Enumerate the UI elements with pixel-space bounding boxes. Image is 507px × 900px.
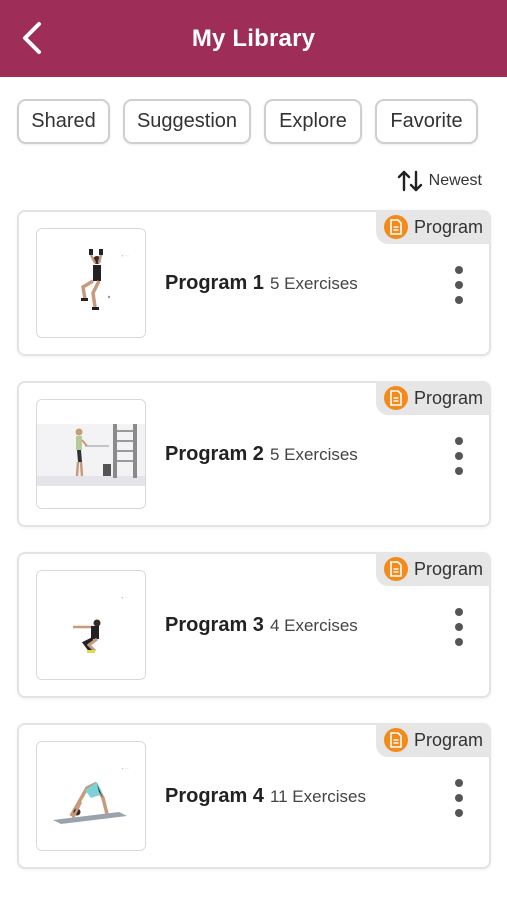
program-title: Program 2 5 Exercises bbox=[165, 443, 358, 466]
exercise-count: 11 Exercises bbox=[269, 787, 366, 806]
sort-label: Newest bbox=[428, 172, 482, 189]
badge-label: Program bbox=[414, 216, 484, 237]
exercise-count: 5 Exercises bbox=[269, 274, 358, 293]
svg-text:✦ ····: ✦ ···· bbox=[121, 767, 130, 771]
more-options-icon[interactable] bbox=[449, 606, 469, 648]
chevron-left-icon bbox=[23, 22, 41, 54]
document-icon bbox=[384, 386, 408, 410]
exercise-count: 5 Exercises bbox=[269, 445, 358, 464]
program-badge: Program bbox=[376, 381, 491, 415]
program-badge: Program bbox=[376, 552, 491, 586]
filter-shared-button[interactable]: Shared bbox=[17, 99, 110, 144]
badge-label: Program bbox=[414, 387, 484, 408]
app-header: My Library bbox=[0, 0, 507, 77]
more-options-icon[interactable] bbox=[449, 264, 469, 306]
program-card[interactable]: Program ✦ ···· Program 1 5 Exercises bbox=[17, 210, 491, 356]
more-options-icon[interactable] bbox=[449, 777, 469, 819]
program-name: Program 1 bbox=[165, 272, 264, 294]
document-icon bbox=[384, 557, 408, 581]
program-card[interactable]: Program ✦ ···· Program 4 11 Exercises bbox=[17, 723, 491, 869]
badge-label: Program bbox=[414, 558, 484, 579]
program-name: Program 2 bbox=[165, 443, 264, 465]
document-icon bbox=[384, 215, 408, 239]
filter-explore-button[interactable]: Explore bbox=[264, 99, 362, 144]
program-name: Program 4 bbox=[165, 785, 264, 807]
program-thumbnail: ✦ ···· bbox=[36, 228, 146, 338]
sort-button[interactable]: Newest bbox=[397, 166, 482, 196]
program-title: Program 1 5 Exercises bbox=[165, 272, 358, 295]
more-options-icon[interactable] bbox=[449, 435, 469, 477]
program-badge: Program bbox=[376, 210, 491, 244]
program-badge: Program bbox=[376, 723, 491, 757]
svg-text:✦ ····: ✦ ···· bbox=[121, 596, 130, 600]
page-title: My Library bbox=[191, 24, 316, 52]
program-title: Program 3 4 Exercises bbox=[165, 614, 358, 637]
filter-suggestion-button[interactable]: Suggestion bbox=[123, 99, 251, 144]
filter-bar: Shared Suggestion Explore Favorite bbox=[17, 99, 492, 145]
filter-favorite-button[interactable]: Favorite bbox=[375, 99, 478, 144]
program-name: Program 3 bbox=[165, 614, 264, 636]
svg-text:✦ ····: ✦ ···· bbox=[121, 254, 130, 258]
badge-label: Program bbox=[414, 729, 484, 750]
document-icon bbox=[384, 728, 408, 752]
program-card[interactable]: Program Program 2 5 Exercises bbox=[17, 381, 491, 527]
sort-arrows-icon bbox=[397, 170, 422, 192]
exercise-count: 4 Exercises bbox=[269, 616, 358, 635]
program-card[interactable]: Program ✦ ···· Program 3 4 Exercises bbox=[17, 552, 491, 698]
program-thumbnail: ✦ ···· bbox=[36, 741, 146, 851]
back-button[interactable] bbox=[14, 18, 50, 58]
program-title: Program 4 11 Exercises bbox=[165, 785, 366, 808]
program-thumbnail: ✦ ···· bbox=[36, 570, 146, 680]
program-thumbnail bbox=[36, 399, 146, 509]
